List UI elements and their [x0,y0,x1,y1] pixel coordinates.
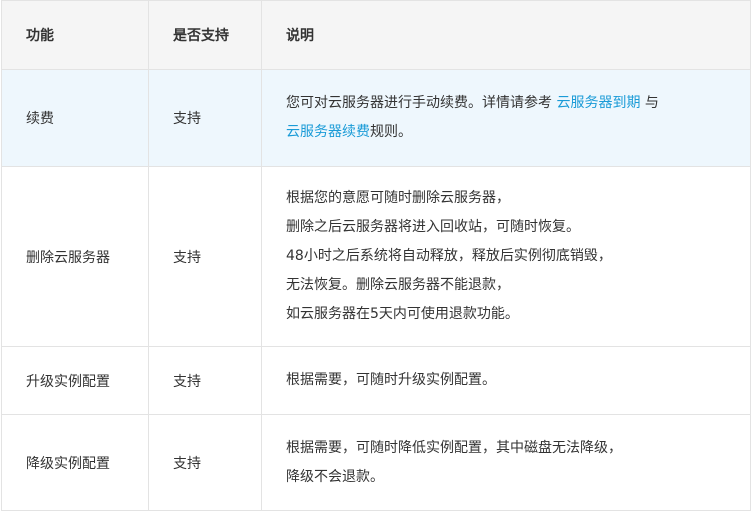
feature-table: 功能 是否支持 说明 续费 支持 您可对云服务器进行手动续费。详情请参考 云服务… [1,0,751,511]
description-text: 与 [640,95,659,111]
description-line: 根据需要，可随时降低实例配置，其中磁盘无法降级， [286,439,622,456]
header-support: 是否支持 [148,0,262,70]
description-cell: 您可对云服务器进行手动续费。详情请参考 云服务器到期 与 云服务器续费规则。 [261,69,751,167]
description-line: 如云服务器在5天内可使用退款功能。 [286,306,519,322]
description-line: 48小时之后系统将自动释放，释放后实例彻底销毁， [286,248,612,264]
description-line: 降级不会退款。 [286,468,384,485]
description-cell: 根据需要，可随时降低实例配置，其中磁盘无法降级， 降级不会退款。 [261,414,751,511]
header-description: 说明 [261,0,751,70]
feature-cell: 删除云服务器 [1,166,149,347]
feature-cell: 升级实例配置 [1,346,149,415]
description-cell: 根据您的意愿可随时删除云服务器， 删除之后云服务器将进入回收站，可随时恢复。 4… [261,166,751,347]
table-row-upgrade: 升级实例配置 支持 根据需要，可随时升级实例配置。 [1,346,751,415]
feature-cell: 续费 [1,69,149,167]
description-line: 云服务器续费规则。 [286,118,750,147]
link-server-expiry[interactable]: 云服务器到期 [556,95,640,111]
description-line: 无法恢复。删除云服务器不能退款， [286,277,510,293]
description-text: 您可对云服务器进行手动续费。详情请参考 [286,95,557,111]
description-line: 根据您的意愿可随时删除云服务器， [286,190,510,206]
description-line: 您可对云服务器进行手动续费。详情请参考 云服务器到期 与 [286,89,750,118]
link-server-renewal[interactable]: 云服务器续费 [286,124,370,140]
feature-cell: 降级实例配置 [1,414,149,511]
support-cell: 支持 [148,69,262,167]
support-cell: 支持 [148,346,262,415]
table-row-renewal: 续费 支持 您可对云服务器进行手动续费。详情请参考 云服务器到期 与 云服务器续… [1,69,751,167]
table-header-row: 功能 是否支持 说明 [1,0,751,70]
description-line: 根据需要，可随时升级实例配置。 [286,372,496,388]
description-line: 删除之后云服务器将进入回收站，可随时恢复。 [286,219,580,235]
support-cell: 支持 [148,414,262,511]
header-feature: 功能 [1,0,149,70]
description-cell: 根据需要，可随时升级实例配置。 [261,346,751,415]
description-text: 规则。 [370,124,412,140]
table-row-downgrade: 降级实例配置 支持 根据需要，可随时降低实例配置，其中磁盘无法降级， 降级不会退… [1,414,751,511]
support-cell: 支持 [148,166,262,347]
table-row-delete-server: 删除云服务器 支持 根据您的意愿可随时删除云服务器， 删除之后云服务器将进入回收… [1,166,751,347]
